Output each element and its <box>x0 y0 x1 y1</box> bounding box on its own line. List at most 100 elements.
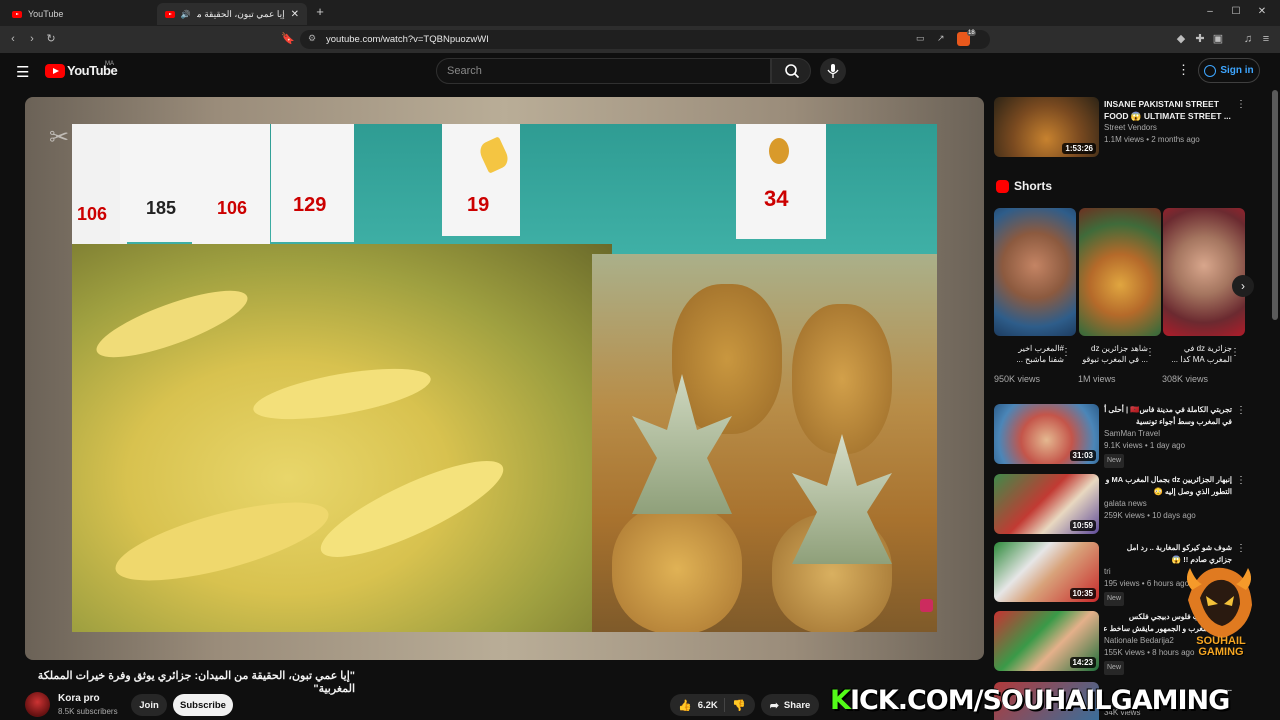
share-button[interactable]: ➦ Share <box>761 694 819 716</box>
video-thumbnail[interactable]: 14:23 <box>994 611 1099 671</box>
tab-video[interactable]: 🔊 إيا عمي تبون، الحقيقة من الميدا... ✕ <box>157 3 307 25</box>
share-page-icon[interactable]: ↗ <box>937 33 945 44</box>
thumbs-down-icon[interactable]: 👎 <box>732 699 746 712</box>
maximize-button[interactable]: ☐ <box>1229 5 1243 19</box>
video-duration: 1:53:26 <box>1062 143 1096 154</box>
address-bar[interactable]: ⚙ youtube.com/watch?v=TQBNpuozwWI ▭ ↗ 18 <box>300 30 990 49</box>
share-icon: ➦ <box>769 699 779 712</box>
site-info-icon[interactable]: ⚙ <box>308 33 316 44</box>
youtube-masthead: ☰ YouTube MA Search ⋮ Sign in <box>0 53 1280 90</box>
voice-search-button[interactable] <box>820 58 846 84</box>
video-title: "إيا عمي تبون، الحقيقة من الميدان: جزائر… <box>37 670 355 695</box>
logo-text: SOUHAIL GAMING <box>1196 635 1246 658</box>
minimize-button[interactable]: – <box>1203 5 1217 19</box>
subscribe-button[interactable]: Subscribe <box>173 694 233 716</box>
video-channel: Street Vendors <box>1104 123 1157 132</box>
video-duration: 10:35 <box>1069 588 1096 599</box>
short-menu-icon[interactable]: ⋮ <box>1145 347 1155 358</box>
microphone-icon <box>827 64 839 78</box>
shorts-next-button[interactable]: › <box>1232 275 1254 297</box>
short-thumbnail[interactable] <box>1163 208 1245 336</box>
video-player[interactable]: ✂ 106 185 106 129 19 34 <box>25 97 984 660</box>
new-tab-button[interactable]: + <box>313 5 327 19</box>
video-menu-icon[interactable]: ⋮ <box>1236 405 1246 416</box>
video-meta[interactable]: إنبهار الجزائريين dz بجمال المغرب MA و ا… <box>1104 474 1232 522</box>
back-icon[interactable]: ‹ <box>6 32 20 46</box>
country-code: MA <box>105 61 114 67</box>
video-stats: 1.1M views • 2 months ago <box>1104 135 1200 144</box>
sign-in-button[interactable]: Sign in <box>1198 58 1260 83</box>
shorts-icon <box>996 180 1009 193</box>
tab-label: YouTube <box>28 9 64 19</box>
price-tag: 106 <box>72 124 127 244</box>
channel-watermark-icon[interactable] <box>920 599 933 612</box>
video-menu-icon[interactable]: ⋮ <box>1236 543 1246 554</box>
video-thumbnail[interactable]: 1:53:26 <box>994 97 1099 157</box>
video-duration: 10:59 <box>1069 520 1096 531</box>
short-title[interactable]: #المغرب اخير شفنا ماشبح ... <box>994 343 1064 365</box>
short-views: 950K views <box>994 374 1041 384</box>
audio-icon: 🔊 <box>180 9 191 19</box>
youtube-favicon-icon <box>12 10 22 18</box>
price-tag: 106 <box>192 124 270 244</box>
settings-kebab-icon[interactable]: ⋮ <box>1177 62 1190 78</box>
price-tag: 34 <box>736 124 826 239</box>
page-scrollbar[interactable] <box>1272 90 1278 320</box>
hamburger-menu-icon[interactable]: ☰ <box>16 63 29 81</box>
pineapple <box>612 504 742 632</box>
kick-overlay-text: KICK.COM/SOUHAILGAMING <box>830 685 1230 716</box>
tab-youtube[interactable]: YouTube <box>4 3 154 25</box>
search-input[interactable]: Search <box>436 58 771 84</box>
extensions-icon[interactable]: ✚ <box>1193 32 1207 46</box>
short-views: 308K views <box>1162 374 1209 384</box>
close-window-button[interactable]: ✕ <box>1255 5 1269 19</box>
price-tag: 185 <box>120 124 195 242</box>
youtube-favicon-icon <box>165 10 175 18</box>
price-tag: 129 <box>271 124 354 242</box>
capcut-watermark-icon: ✂ <box>49 124 70 151</box>
wallet-icon[interactable]: ◆ <box>1174 32 1188 46</box>
shield-count-badge: 18 <box>967 30 976 36</box>
channel-avatar[interactable] <box>25 692 50 717</box>
bookmark-icon[interactable]: 🔖 <box>281 32 295 46</box>
channel-name[interactable]: Kora pro <box>58 693 100 704</box>
pineapple <box>792 304 892 454</box>
url-text: youtube.com/watch?v=TQBNpuozwWI <box>326 34 489 45</box>
account-icon <box>1204 64 1217 77</box>
thumbs-up-icon: 👍 <box>678 699 692 712</box>
video-thumbnail[interactable]: 31:03 <box>994 404 1099 464</box>
short-title[interactable]: شاهد جزائرين dz... في المغرب تبوقو <box>1078 343 1148 365</box>
video-menu-icon[interactable]: ⋮ <box>1236 99 1246 110</box>
short-thumbnail[interactable] <box>1079 208 1161 336</box>
picture-in-picture-icon[interactable]: ▭ <box>916 33 925 44</box>
search-button[interactable] <box>771 58 811 84</box>
youtube-logo-icon[interactable] <box>45 64 65 78</box>
short-menu-icon[interactable]: ⋮ <box>1230 347 1240 358</box>
like-button[interactable]: 👍 6.2K 👎 <box>670 694 755 716</box>
video-thumbnail[interactable]: 10:35 <box>994 542 1099 602</box>
forward-icon[interactable]: › <box>25 32 39 46</box>
video-title-cont: FOOD 😱 ULTIMATE STREET ... <box>1104 111 1231 121</box>
sidebar-icon[interactable]: ▣ <box>1211 32 1225 46</box>
short-views: 1M views <box>1078 374 1116 384</box>
video-frame: 106 185 106 129 19 34 <box>72 124 937 632</box>
join-button[interactable]: Join <box>131 694 167 716</box>
new-badge: New <box>1104 454 1125 468</box>
like-count: 6.2K <box>697 699 718 711</box>
browser-tab-strip: YouTube 🔊 إيا عمي تبون، الحقيقة من الميد… <box>0 0 1280 26</box>
short-menu-icon[interactable]: ⋮ <box>1061 347 1071 358</box>
close-tab-icon[interactable]: ✕ <box>291 9 299 20</box>
price-tag: 19 <box>442 124 520 236</box>
video-title: INSANE PAKISTANI STREET <box>1104 99 1219 109</box>
short-title[interactable]: جزائرية dz في المغرب MA كدا ... <box>1162 343 1232 365</box>
sign-in-label: Sign in <box>1220 65 1254 76</box>
video-menu-icon[interactable]: ⋮ <box>1236 475 1246 486</box>
video-duration: 31:03 <box>1069 450 1096 461</box>
short-thumbnail[interactable] <box>994 208 1076 336</box>
video-meta[interactable]: INSANE PAKISTANI STREET FOOD 😱 ULTIMATE … <box>1104 98 1231 146</box>
media-icon[interactable]: ♫ <box>1241 32 1255 46</box>
video-meta[interactable]: تجربتي الكاملة في مدينة فاس🇲🇦 | أحلى أكل… <box>1104 404 1232 468</box>
browser-menu-icon[interactable]: ≡ <box>1259 32 1273 46</box>
video-thumbnail[interactable]: 10:59 <box>994 474 1099 534</box>
reload-icon[interactable]: ↻ <box>44 32 58 46</box>
